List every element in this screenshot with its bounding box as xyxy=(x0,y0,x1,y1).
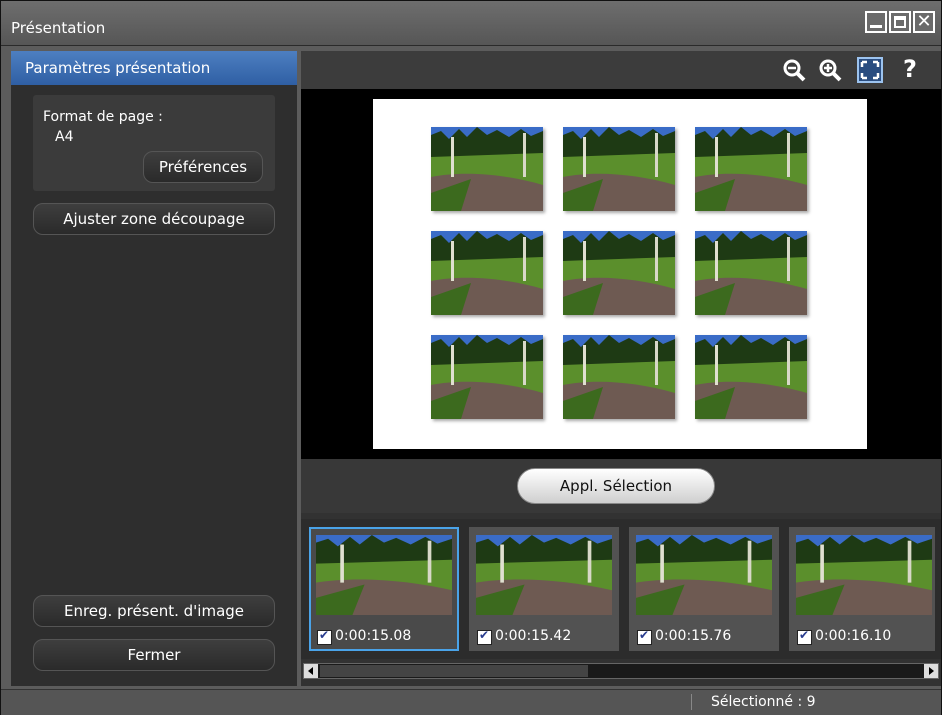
presentation-window: Présentation ✕ Paramètres présentation F… xyxy=(0,0,942,715)
scrollbar-thumb[interactable] xyxy=(320,665,588,677)
frame-checkbox[interactable] xyxy=(317,628,332,645)
title-bar: Présentation ✕ xyxy=(1,1,941,46)
frame-checkbox[interactable] xyxy=(637,628,652,645)
filmstrip-scrollbar[interactable] xyxy=(303,663,939,679)
print-preview-area xyxy=(301,89,941,459)
close-icon[interactable]: ✕ xyxy=(913,11,935,33)
preview-thumbnail xyxy=(563,127,675,211)
page-format-box: Format de page : A4 Préférences xyxy=(33,95,275,191)
page-format-label: Format de page : xyxy=(43,109,163,125)
settings-panel: Paramètres présentation Format de page :… xyxy=(11,51,297,686)
zoom-out-icon[interactable] xyxy=(781,57,807,83)
frame-image xyxy=(796,535,932,615)
apply-bar: Appl. Sélection xyxy=(301,459,941,513)
adjust-crop-button[interactable]: Ajuster zone découpage xyxy=(33,203,275,235)
filmstrip-frame[interactable]: 0:00:15.08 xyxy=(309,527,459,651)
filmstrip-frame[interactable]: 0:00:15.42 xyxy=(469,527,619,651)
preview-panel: ? Appl. Sélection 0:00:15.08 xyxy=(301,51,941,686)
frame-checkbox[interactable] xyxy=(477,628,492,645)
preview-thumbnail xyxy=(563,335,675,419)
frame-timecode: 0:00:16.10 xyxy=(815,628,892,644)
minimize-icon[interactable] xyxy=(865,11,887,33)
close-button[interactable]: Fermer xyxy=(33,639,275,671)
frame-image xyxy=(316,535,452,615)
preview-thumbnail xyxy=(431,231,543,315)
help-icon[interactable]: ? xyxy=(903,55,917,83)
preview-thumbnail xyxy=(695,231,807,315)
maximize-icon[interactable] xyxy=(889,11,911,33)
status-bar: Sélectionné : 9 xyxy=(1,689,941,715)
status-separator xyxy=(691,694,692,710)
zoom-in-icon[interactable] xyxy=(817,57,843,83)
frame-timecode: 0:00:15.76 xyxy=(655,628,732,644)
frame-timecode: 0:00:15.42 xyxy=(495,628,572,644)
scroll-right-icon[interactable] xyxy=(924,664,938,678)
selected-count: Sélectionné : 9 xyxy=(711,694,816,710)
save-presentation-button[interactable]: Enreg. présent. d'image xyxy=(33,595,275,627)
frame-timecode: 0:00:15.08 xyxy=(335,628,412,644)
settings-panel-title: Paramètres présentation xyxy=(25,59,211,77)
window-controls: ✕ xyxy=(865,11,935,33)
preview-page xyxy=(373,99,867,449)
fit-to-window-icon[interactable] xyxy=(857,57,883,83)
window-title: Présentation xyxy=(11,19,106,37)
preview-thumbnail xyxy=(695,335,807,419)
preview-toolbar: ? xyxy=(301,51,941,89)
settings-panel-header: Paramètres présentation xyxy=(11,51,297,85)
page-format-value: A4 xyxy=(55,129,74,145)
preview-thumbnail xyxy=(431,127,543,211)
preferences-button[interactable]: Préférences xyxy=(143,151,263,183)
scroll-left-icon[interactable] xyxy=(304,664,318,678)
filmstrip-frame[interactable]: 0:00:15.76 xyxy=(629,527,779,651)
filmstrip-frame[interactable]: 0:00:16.10 xyxy=(789,527,935,651)
frame-image xyxy=(636,535,772,615)
preview-thumbnail xyxy=(695,127,807,211)
frame-checkbox[interactable] xyxy=(797,628,812,645)
preview-thumbnail xyxy=(431,335,543,419)
preview-thumbnail xyxy=(563,231,675,315)
apply-selection-button[interactable]: Appl. Sélection xyxy=(517,468,715,504)
frame-image xyxy=(476,535,612,615)
frame-filmstrip: 0:00:15.08 0:00:15.42 0:00:15.76 0:00:16… xyxy=(301,519,941,659)
